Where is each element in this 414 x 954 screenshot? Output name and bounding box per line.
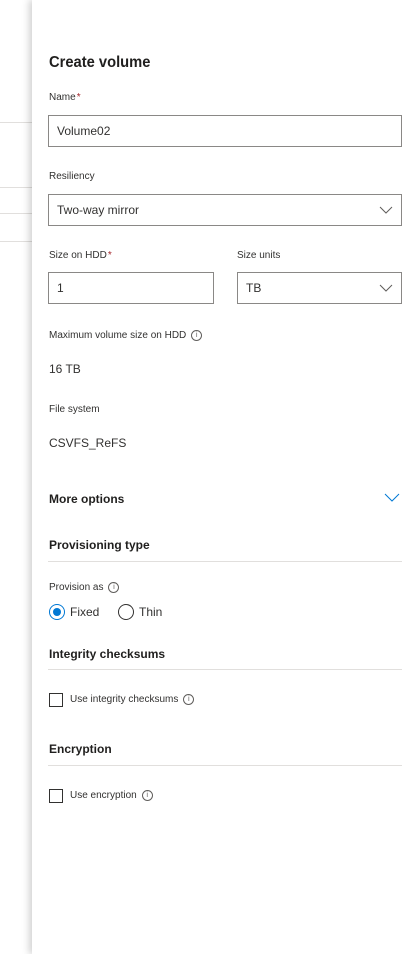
file-system-value: CSVFS_ReFS (49, 436, 127, 450)
resiliency-dropdown[interactable]: Two-way mirror (48, 194, 402, 226)
background-divider (0, 213, 32, 214)
chevron-down-icon (379, 284, 393, 292)
create-volume-panel: Create volume Name* Volume02 Resiliency … (32, 0, 414, 954)
background-divider (0, 241, 32, 242)
size-units-value: TB (246, 281, 262, 295)
section-divider (48, 561, 402, 562)
info-icon[interactable]: i (183, 694, 195, 705)
background-page (0, 0, 32, 954)
name-label-text: Name (49, 92, 76, 103)
required-mark: * (107, 250, 112, 261)
section-divider (48, 765, 402, 766)
radio-selected-icon (49, 604, 65, 620)
provision-fixed-label: Fixed (70, 605, 100, 619)
encryption-checkbox[interactable]: Use encryption i (48, 788, 248, 804)
required-mark: * (76, 92, 81, 103)
size-label: Size on HDD* (49, 250, 112, 261)
max-size-label-text: Maximum volume size on HDD (49, 330, 187, 341)
encryption-header: Encryption (49, 742, 112, 756)
provisioning-header: Provisioning type (49, 538, 150, 552)
info-icon[interactable]: i (141, 790, 153, 801)
max-size-label: Maximum volume size on HDD i (49, 330, 203, 341)
resiliency-label: Resiliency (49, 171, 95, 182)
more-options-toggle[interactable]: More options (48, 486, 402, 510)
provision-as-label-text: Provision as (49, 582, 104, 593)
integrity-checkbox-text: Use integrity checksums (70, 694, 179, 705)
chevron-down-icon (384, 493, 400, 502)
info-icon[interactable]: i (108, 582, 120, 593)
radio-unselected-icon (118, 604, 134, 620)
chevron-down-icon (379, 206, 393, 214)
section-divider (48, 669, 402, 670)
background-divider (0, 187, 32, 188)
size-units-dropdown[interactable]: TB (237, 272, 402, 304)
size-label-text: Size on HDD (49, 250, 107, 261)
name-input[interactable]: Volume02 (48, 115, 402, 147)
file-system-label: File system (49, 404, 100, 415)
more-options-label: More options (49, 492, 125, 506)
integrity-checkbox[interactable]: Use integrity checksums i (48, 692, 248, 708)
size-input-value: 1 (57, 281, 64, 295)
info-icon[interactable]: i (191, 330, 203, 341)
provision-thin-radio[interactable]: Thin (117, 603, 177, 621)
name-label: Name* (49, 92, 81, 103)
encryption-checkbox-text: Use encryption (70, 790, 137, 801)
provision-fixed-radio[interactable]: Fixed (48, 603, 108, 621)
provision-as-label: Provision as i (49, 582, 120, 593)
panel-title: Create volume (49, 54, 151, 71)
name-input-value: Volume02 (57, 124, 111, 138)
provision-thin-label: Thin (139, 605, 163, 619)
size-units-label: Size units (237, 250, 281, 261)
checkbox-icon (49, 693, 63, 707)
max-size-value: 16 TB (49, 362, 81, 376)
size-input[interactable]: 1 (48, 272, 214, 304)
encryption-checkbox-label: Use encryption i (70, 790, 153, 801)
checkbox-icon (49, 789, 63, 803)
resiliency-value: Two-way mirror (57, 203, 140, 217)
integrity-checkbox-label: Use integrity checksums i (70, 694, 195, 705)
background-divider (0, 122, 32, 123)
integrity-header: Integrity checksums (49, 647, 166, 661)
